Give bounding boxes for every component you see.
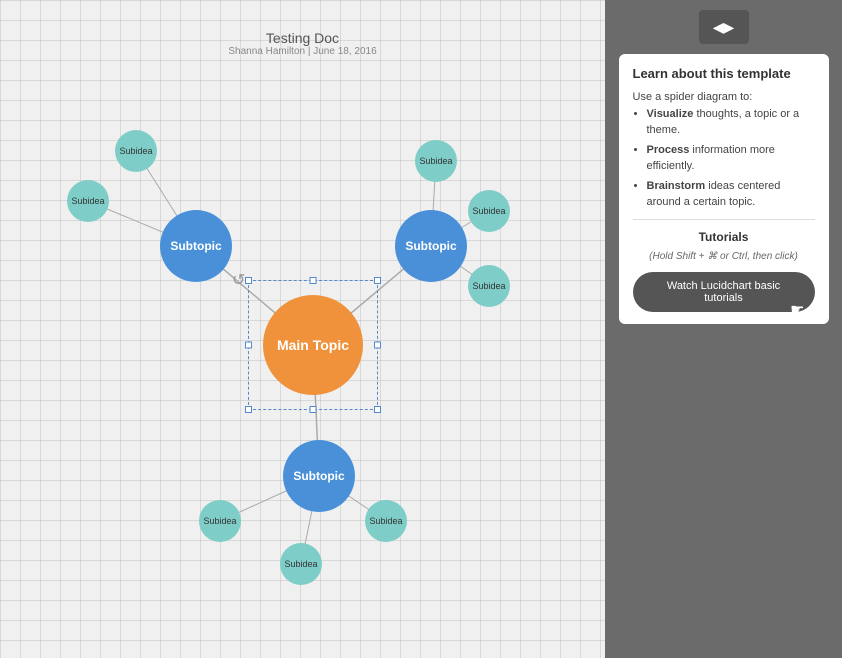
info-panel: Learn about this template Use a spider d… (619, 54, 829, 324)
main-topic-label: Main Topic (277, 337, 349, 353)
bullet-2: Brainstorm ideas centered around a certa… (647, 178, 815, 211)
subidea-1[interactable]: Subidea (67, 180, 109, 222)
subtopic-bottom[interactable]: Subtopic (283, 440, 355, 512)
tutorials-hint: (Hold Shift + ⌘ or Ctrl, then click) (633, 249, 815, 264)
subtopic-bottom-label: Subtopic (293, 469, 344, 483)
subtopic-right[interactable]: Subtopic (395, 210, 467, 282)
subidea-5[interactable]: Subidea (199, 500, 241, 542)
nav-arrow-icon: ◀▶ (713, 19, 735, 36)
right-panel: ◀▶ Learn about this template Use a spide… (605, 0, 842, 658)
subtopic-left-label: Subtopic (170, 239, 221, 253)
rotate-indicator: ↻ (232, 270, 245, 290)
info-panel-body: Use a spider diagram to: Visualize thoug… (633, 89, 815, 312)
canvas-area[interactable]: Testing Doc Shanna Hamilton | June 18, 2… (0, 0, 605, 658)
bullet-0: Visualize thoughts, a topic or a theme. (647, 106, 815, 139)
subidea-2[interactable]: Subidea (415, 140, 457, 182)
watch-btn-label: Watch Lucidchart basic tutorials (667, 280, 780, 304)
bullet-list: Visualize thoughts, a topic or a theme. … (633, 106, 815, 211)
subidea-0[interactable]: Subidea (115, 130, 157, 172)
cursor-icon: ☛ (790, 300, 804, 320)
subidea-3[interactable]: Subidea (468, 190, 510, 232)
tutorials-title: Tutorials (633, 228, 815, 246)
subtopic-left[interactable]: Subtopic (160, 210, 232, 282)
subidea-6[interactable]: Subidea (365, 500, 407, 542)
intro-text: Use a spider diagram to: (633, 91, 753, 103)
bullet-1: Process information more efficiently. (647, 142, 815, 175)
tutorials-section: Tutorials (Hold Shift + ⌘ or Ctrl, then … (633, 219, 815, 312)
subidea-7[interactable]: Subidea (280, 543, 322, 585)
subidea-4[interactable]: Subidea (468, 265, 510, 307)
info-panel-title: Learn about this template (633, 66, 815, 81)
subtopic-right-label: Subtopic (405, 239, 456, 253)
watch-tutorials-button[interactable]: Watch Lucidchart basic tutorials ☛ (633, 272, 815, 312)
main-topic-node[interactable]: Main Topic (263, 295, 363, 395)
nav-arrow-button[interactable]: ◀▶ (699, 10, 749, 44)
